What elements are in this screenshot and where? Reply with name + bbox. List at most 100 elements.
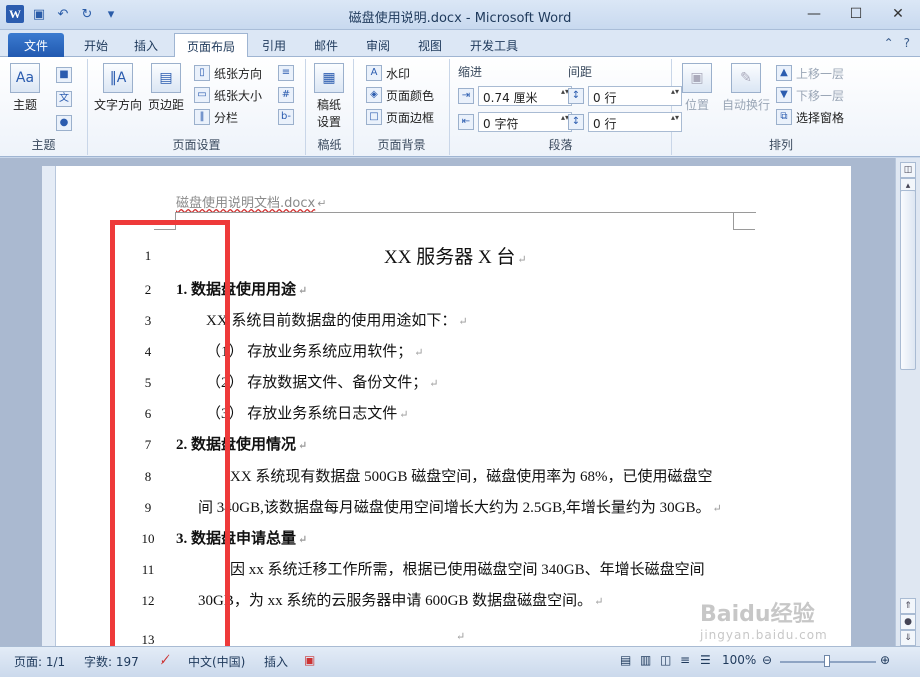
zoom-level[interactable]: 100% [722,653,756,667]
bring-forward-button[interactable]: ▲ 上移一层 [776,63,844,83]
header-line [176,212,756,213]
document-page[interactable]: 磁盘使用说明文档.docx ↵ 1 XX 服务器 X 台 ↵ 2 1. 数据盘使用用… [56,166,851,646]
tab-review[interactable]: 审阅 [354,33,402,57]
ribbon: Aa 主题 ■ 文 ● 主题 ‖A 文字方向 ▤ 页边距 ▯ 纸张方向 ▭ 纸张大小… [0,57,920,157]
line-number: 12 [141,593,155,608]
theme-fonts-icon[interactable]: 文 [56,91,72,107]
paper-size-icon: ▭ [194,87,210,103]
vertical-scrollbar[interactable]: ◫ ▴ ⇑ ● ⇓ [895,158,920,646]
list-item: （2） 存放数据文件、备份文件； ↵ [206,375,439,391]
line-numbers-icon[interactable]: # [278,87,294,103]
draft-settings-button[interactable]: ▦ 稿纸 设置 [314,63,344,130]
web-layout-icon[interactable]: ◫ [660,653,671,667]
selection-pane-icon: ⧉ [776,109,792,125]
word-count[interactable]: 字数: 197 [84,653,139,670]
watermark-button[interactable]: A 水印 [366,63,410,83]
line-number: 10 [141,531,155,546]
print-layout-icon[interactable]: ▤ [620,653,631,667]
language-indicator[interactable]: 中文(中国) [188,653,245,670]
selection-pane-button[interactable]: ⧉ 选择窗格 [776,107,844,127]
position-icon: ▣ [682,63,712,93]
margins-button[interactable]: ▤ 页边距 [148,63,184,113]
list-item: （1） 存放业务系统应用软件； ↵ [206,344,424,360]
hyphenation-icon[interactable]: b- [278,109,294,125]
paper-direction-button[interactable]: ▯ 纸张方向 [194,63,262,83]
title-bar: W ▣ ↶ ↻ ▾ 磁盘使用说明.docx - Microsoft Word —… [0,0,920,30]
tab-mailings[interactable]: 邮件 [302,33,350,57]
columns-icon: ‖ [194,109,210,125]
page-color-button[interactable]: ◈ 页面颜色 [366,85,434,105]
zoom-out-icon[interactable]: ⊖ [762,653,772,667]
doc-line: 10 3. 数据盘申请总量 ↵ [56,525,851,555]
spacing-before-icon: ↕ [568,88,584,104]
tab-developer[interactable]: 开发工具 [458,33,530,57]
scroll-thumb[interactable] [900,190,916,370]
position-button[interactable]: ▣ 位置 [682,63,712,113]
tab-file[interactable]: 文件 [8,33,64,57]
page-border-button[interactable]: □ 页面边框 [366,107,434,127]
tab-home[interactable]: 开始 [72,33,120,57]
reading-view-icon[interactable]: ▥ [640,653,651,667]
indent-right-input[interactable]: 0 字符 [478,112,572,132]
ribbon-collapse-icon[interactable]: ⌃ [884,36,894,50]
proofing-icon[interactable]: ✓̸ [160,653,170,667]
tab-insert[interactable]: 插入 [122,33,170,57]
heading-2: 2. 数据盘使用情况 ↵ [176,437,308,453]
tab-references[interactable]: 引用 [250,33,298,57]
line-number: 6 [144,406,152,421]
ruler-toggle-icon[interactable]: ◫ [900,162,916,178]
theme-effects-icon[interactable]: ● [56,115,72,131]
tab-view[interactable]: 视图 [406,33,454,57]
group-draft: ▦ 稿纸 设置 稿纸 [306,59,354,155]
baidu-watermark: Baidu经验 jingyan.baidu.com [700,602,828,642]
tab-page-layout[interactable]: 页面布局 [174,33,249,58]
empty-paragraph: ↵ [456,631,466,643]
help-icon[interactable]: ? [904,36,910,50]
minimize-button[interactable]: — [800,3,828,25]
theme-button[interactable]: Aa 主题 [10,63,40,113]
heading-3: 3. 数据盘申请总量 ↵ [176,531,308,547]
watermark-icon: A [366,65,382,81]
zoom-slider-thumb[interactable] [824,655,830,667]
line-number: 8 [144,469,152,484]
zoom-in-icon[interactable]: ⊕ [880,653,890,667]
spacing-after-input[interactable]: 0 行 [588,112,682,132]
paragraph-text: 30GB，为 xx 系统的云服务器申请 600GB 数据盘磁盘空间。 ↵ [198,593,604,609]
list-item: （3） 存放业务系统日志文件 ↵ [206,406,409,422]
prev-page-icon[interactable]: ⇑ [900,598,916,614]
maximize-button[interactable]: ☐ [842,3,870,25]
group-label-page-setup: 页面设置 [172,138,221,152]
doc-line: 3 XX 系统目前数据盘的使用用途如下： ↵ [56,307,851,337]
outline-view-icon[interactable]: ≡ [680,653,690,667]
browse-object-icon[interactable]: ● [900,614,916,630]
doc-line: 5 （2） 存放数据文件、备份文件； ↵ [56,369,851,399]
text-direction-button[interactable]: ‖A 文字方向 [94,63,142,113]
paper-size-button[interactable]: ▭ 纸张大小 [194,85,262,105]
doc-line: 1 XX 服务器 X 台 ↵ [56,242,851,272]
next-page-icon[interactable]: ⇓ [900,630,916,646]
crop-mark-left [154,212,176,230]
group-page-background: A 水印 ◈ 页面颜色 □ 页面边框 页面背景 [354,59,450,155]
page-indicator[interactable]: 页面: 1/1 [14,653,65,670]
spacing-before-input[interactable]: 0 行 [588,86,682,106]
doc-line: 9 间 340GB,该数据盘每月磁盘使用空间增长大约为 2.5GB,年增长量约为… [56,494,851,524]
close-button[interactable]: ✕ [884,3,912,25]
draft-view-icon[interactable]: ☰ [700,653,711,667]
wrap-text-button[interactable]: ✎ 自动换行 [722,63,770,113]
insert-mode[interactable]: 插入 [264,653,288,670]
theme-colors-icon[interactable]: ■ [56,67,72,83]
macro-record-icon[interactable]: ▣ [304,653,315,667]
indent-left-icon: ⇥ [458,88,474,104]
page-color-icon: ◈ [366,87,382,103]
indent-left-input[interactable]: 0.74 厘米 [478,86,572,106]
line-number: 5 [144,375,152,390]
group-label-page-background: 页面背景 [377,138,426,152]
group-theme: Aa 主题 ■ 文 ● 主题 [0,59,88,155]
breaks-icon[interactable]: ≡ [278,65,294,81]
send-backward-button[interactable]: ▼ 下移一层 [776,85,844,105]
spacing-after-icon: ↕ [568,114,584,130]
doc-line: 4 （1） 存放业务系统应用软件； ↵ [56,338,851,368]
page-border-icon: □ [366,109,382,125]
columns-button[interactable]: ‖ 分栏 [194,107,238,127]
group-label-paragraph: 段落 [548,138,573,152]
